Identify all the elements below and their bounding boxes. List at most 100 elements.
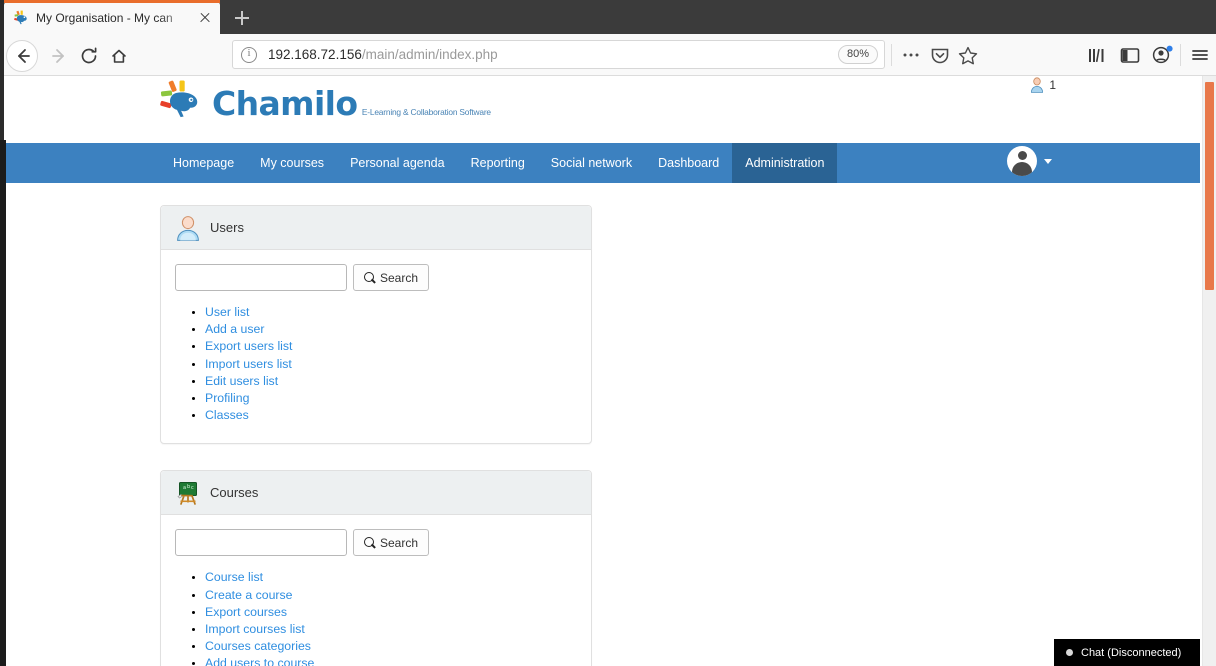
user-avatar-icon [175,215,201,241]
search-row-courses: Search [175,529,577,557]
list-item: Edit users list [205,374,577,388]
tab-accent-line [4,0,220,3]
nav-item-administration[interactable]: Administration [732,143,838,183]
panel-body-courses: Search Course list Create a course Expor… [161,515,591,666]
zoom-level-indicator[interactable]: 80% [838,45,879,64]
svg-text:a: a [183,485,186,491]
search-button-label: Search [380,270,419,285]
admin-panel-grid: Users Search User list [160,205,1054,666]
hamburger-menu-icon[interactable] [1189,44,1213,66]
chevron-down-icon[interactable] [1044,158,1052,164]
url-bar[interactable]: 192.168.72.156/main/admin/index.php [232,40,885,69]
nav-item-dashboard[interactable]: Dashboard [645,143,732,183]
browser-tab-title: My Organisation - My can [36,11,173,25]
chamilo-logo-text: Chamilo E-Learning & Collaboration Softw… [212,87,491,122]
ellipsis-icon[interactable] [899,44,923,66]
nav-item-reporting[interactable]: Reporting [458,143,538,183]
online-users-indicator[interactable]: 1 [1030,77,1056,93]
back-arrow-icon[interactable] [8,42,36,70]
svg-text:b: b [187,484,190,490]
toolbar-divider-right [1180,44,1181,66]
list-item: Classes [205,408,577,422]
home-icon[interactable] [105,42,133,70]
url-host: 192.168.72.156 [268,47,362,62]
link-courses-categories[interactable]: Courses categories [205,639,311,653]
search-button[interactable]: Search [353,264,430,291]
pocket-icon[interactable] [928,44,952,66]
background-window-edge-lower [0,140,6,666]
reload-icon[interactable] [75,42,103,70]
svg-text:c: c [191,485,194,491]
user-menu[interactable] [1007,146,1052,176]
toolbar-divider [891,44,892,66]
link-add-users-to-course[interactable]: Add users to course [205,656,314,666]
link-profiling[interactable]: Profiling [205,391,249,405]
account-icon[interactable] [1150,44,1174,66]
nav-item-social-network[interactable]: Social network [538,143,645,183]
list-item: Courses categories [205,639,577,653]
close-icon[interactable] [196,9,214,27]
list-item: Import users list [205,357,577,371]
search-input[interactable] [175,264,347,291]
list-item: Export users list [205,339,577,353]
link-user-list[interactable]: User list [205,305,249,319]
link-import-users-list[interactable]: Import users list [205,357,292,371]
browser-window: My Organisation - My can 192.168.72. [0,0,1216,666]
search-icon [364,272,375,283]
page-viewport: Chamilo E-Learning & Collaboration Softw… [4,76,1216,666]
list-item: Import courses list [205,622,577,636]
search-icon [364,537,375,548]
url-path: /main/admin/index.php [361,47,498,62]
list-item: User list [205,305,577,319]
search-button[interactable]: Search [353,529,430,557]
avatar[interactable] [1007,146,1037,176]
nav-item-personal-agenda[interactable]: Personal agenda [337,143,458,183]
browser-tab[interactable]: My Organisation - My can [4,2,220,34]
link-classes[interactable]: Classes [205,408,249,422]
chamilo-logo[interactable]: Chamilo E-Learning & Collaboration Softw… [160,80,491,122]
chamilo-page: Chamilo E-Learning & Collaboration Softw… [4,76,1200,666]
list-item: Profiling [205,391,577,405]
page-scrollbar-thumb[interactable] [1205,82,1214,290]
site-header: Chamilo E-Learning & Collaboration Softw… [4,76,1200,143]
search-input[interactable] [175,529,347,557]
url-text: 192.168.72.156/main/admin/index.php [268,47,498,62]
link-export-users-list[interactable]: Export users list [205,339,292,353]
chat-widget[interactable]: Chat (Disconnected) [1054,639,1200,666]
list-item: Export courses [205,605,577,619]
user-avatar-icon [1030,77,1044,93]
library-icon[interactable] [1086,44,1110,66]
chamilo-wordmark: Chamilo [212,84,358,123]
info-icon[interactable] [241,46,257,63]
avatar-head [1017,151,1027,160]
link-course-list[interactable]: Course list [205,570,263,584]
link-add-a-user[interactable]: Add a user [205,322,264,336]
blackboard-icon: a b c [175,480,201,506]
new-tab-button[interactable] [228,4,256,32]
list-item: Add users to course [205,656,577,666]
list-item: Create a course [205,588,577,602]
sidebar-icon[interactable] [1118,44,1142,66]
link-export-courses[interactable]: Export courses [205,605,287,619]
list-item: Add a user [205,322,577,336]
link-import-courses-list[interactable]: Import courses list [205,622,305,636]
main-navigation: Homepage My courses Personal agenda Repo… [4,143,1200,183]
browser-tab-bar: My Organisation - My can [0,0,1216,34]
status-dot-icon [1066,649,1073,656]
panel-header-courses: a b c Courses [161,471,591,516]
nav-item-my-courses[interactable]: My courses [247,143,337,183]
panel-title-users: Users [210,220,244,235]
chamilo-favicon-icon [13,10,29,26]
admin-content: Users Search User list [4,183,1200,666]
link-list-courses: Course list Create a course Export cours… [205,570,577,666]
panel-users: Users Search User list [160,205,592,445]
star-icon[interactable] [956,44,980,66]
link-create-a-course[interactable]: Create a course [205,588,293,602]
nav-item-homepage[interactable]: Homepage [160,143,247,183]
forward-arrow-icon[interactable] [45,42,73,70]
chamilo-chameleon-icon [160,80,204,122]
online-users-count: 1 [1049,78,1056,92]
avatar-body [1012,162,1032,176]
chamilo-tagline: E-Learning & Collaboration Software [361,107,491,117]
link-edit-users-list[interactable]: Edit users list [205,374,278,388]
